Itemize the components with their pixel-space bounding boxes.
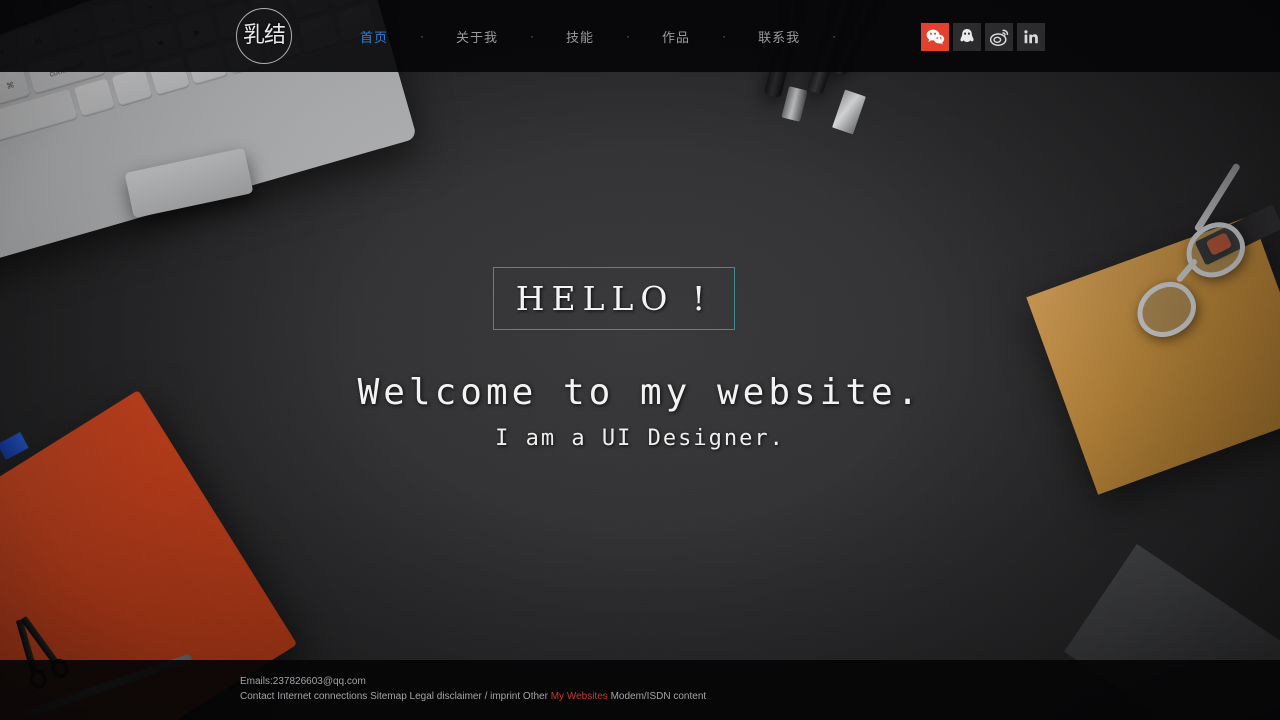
footer-my-websites-link[interactable]: My Websites xyxy=(551,691,608,702)
hello-badge: HELLO ! xyxy=(493,267,735,330)
footer-links-before: Contact Internet connections Sitemap Leg… xyxy=(240,691,548,702)
wechat-icon[interactable] xyxy=(921,23,949,51)
hello-badge-text: HELLO ! xyxy=(515,279,713,318)
footer-links-row: Contact Internet connections Sitemap Leg… xyxy=(240,689,706,704)
nav-item-skills[interactable]: 技能 xyxy=(566,27,594,46)
logo-text: 乳结 xyxy=(242,23,286,48)
nav-item-about[interactable]: 关于我 xyxy=(456,27,498,46)
qq-icon[interactable] xyxy=(953,23,981,51)
footer-links-after: Modem/ISDN content xyxy=(610,691,707,702)
footer-email: Emails:237826603@qq.com xyxy=(240,676,366,687)
nav-separator: · xyxy=(832,29,837,43)
social-links xyxy=(921,23,1045,51)
main-navigation: 首页 · 关于我 · 技能 · 作品 · 联系我 · xyxy=(360,0,868,72)
page-root: 6 7 8 9 0 - = T Y U I O P [ ] xyxy=(0,0,1280,720)
nav-item-works[interactable]: 作品 xyxy=(662,27,690,46)
background-vignette xyxy=(0,0,1280,720)
footer-content: Emails:237826603@qq.com Contact Internet… xyxy=(240,674,706,704)
site-header: 乳结 首页 · 关于我 · 技能 · 作品 · 联系我 · xyxy=(0,0,1280,72)
nav-item-home[interactable]: 首页 xyxy=(360,27,388,46)
nav-separator: · xyxy=(626,29,631,43)
nav-separator: · xyxy=(420,29,425,43)
linkedin-icon[interactable] xyxy=(1017,23,1045,51)
weibo-icon[interactable] xyxy=(985,23,1013,51)
circular-logo-icon[interactable]: 乳结 xyxy=(236,8,292,64)
nav-item-contact[interactable]: 联系我 xyxy=(758,27,800,46)
nav-separator: · xyxy=(530,29,535,43)
site-footer: Emails:237826603@qq.com Contact Internet… xyxy=(0,660,1280,720)
nav-separator: · xyxy=(722,29,727,43)
